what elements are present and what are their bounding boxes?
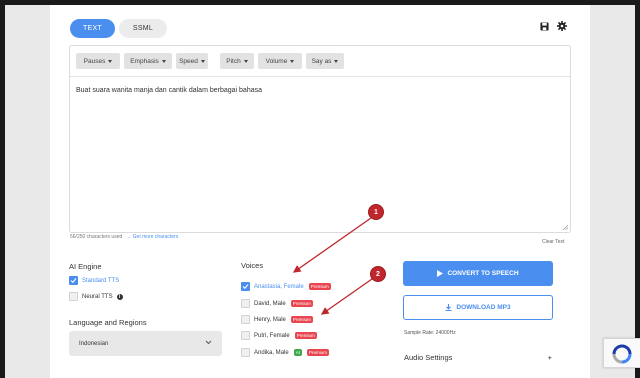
editor-toolbar: Pauses Emphasis Speed Pitch Volume Say a… <box>70 46 570 77</box>
premium-badge: Premium <box>306 349 329 356</box>
voice-label-david: David, Male <box>254 300 286 307</box>
standard-tts-option[interactable]: Standard TTS <box>69 276 119 285</box>
emphasis-label: Emphasis <box>130 57 159 65</box>
gear-icon[interactable] <box>557 21 567 31</box>
caret-down-icon <box>290 59 295 63</box>
annotation-marker-2: 2 <box>371 267 385 281</box>
voice-checkbox-andika[interactable] <box>241 348 250 357</box>
voice-option-putri[interactable]: Putri, Female Premium <box>241 331 317 340</box>
convert-label: CONVERT TO SPEECH <box>447 270 519 277</box>
info-icon[interactable]: i <box>116 293 123 300</box>
caret-down-icon <box>161 59 166 63</box>
pitch-dropdown[interactable]: Pitch <box>220 53 254 69</box>
volume-label: Volume <box>265 57 288 65</box>
get-more-characters-link[interactable]: → Get more characters <box>126 234 178 240</box>
download-icon <box>445 304 452 311</box>
volume-dropdown[interactable]: Volume <box>258 53 302 69</box>
voice-label-andika: Andika, Male <box>254 349 289 356</box>
pitch-label: Pitch <box>226 57 241 65</box>
standard-tts-checkbox[interactable] <box>69 276 78 285</box>
check-icon <box>242 284 249 290</box>
voice-option-henry[interactable]: Henry, Male Premium <box>241 315 313 324</box>
premium-badge: Premium <box>290 316 313 323</box>
language-selected: Indonesian <box>79 340 109 347</box>
language-title: Language and Regions <box>69 318 147 327</box>
chevron-down-icon <box>205 340 212 345</box>
pauses-label: Pauses <box>83 57 106 65</box>
tab-ssml[interactable]: SSML <box>119 19 167 38</box>
voice-checkbox-putri[interactable] <box>241 331 250 340</box>
recaptcha-icon <box>612 344 632 364</box>
say-as-dropdown[interactable]: Say as <box>306 53 344 69</box>
plus-icon: + <box>547 353 552 362</box>
emphasis-dropdown[interactable]: Emphasis <box>124 53 172 69</box>
annotation-marker-1: 1 <box>369 205 383 219</box>
audio-settings-toggle[interactable]: Audio Settings + <box>404 353 552 362</box>
audio-settings-label: Audio Settings <box>404 353 453 362</box>
neural-tts-checkbox[interactable] <box>69 292 78 301</box>
standard-tts-label: Standard TTS <box>82 277 120 284</box>
editor-content[interactable]: Buat suara wanita manja dan cantik dalam… <box>76 87 262 94</box>
check-icon <box>70 278 77 284</box>
caret-down-icon <box>200 59 205 63</box>
premium-badge: Premium <box>308 283 331 290</box>
text-editor[interactable]: Pauses Emphasis Speed Pitch Volume Say a… <box>69 45 571 233</box>
voice-label-anastasia: Anastasia, Female <box>254 283 304 290</box>
tab-text[interactable]: TEXT <box>70 19 115 38</box>
caret-down-icon <box>334 59 339 63</box>
download-label: DOWNLOAD MP3 <box>456 304 511 311</box>
window-frame-left <box>0 0 5 378</box>
premium-badge: Premium <box>294 332 317 339</box>
caret-down-icon <box>108 59 113 63</box>
recaptcha-badge[interactable] <box>603 338 640 368</box>
voice-checkbox-anastasia[interactable] <box>241 282 250 291</box>
resize-handle-icon[interactable] <box>562 224 568 230</box>
voices-title: Voices <box>241 261 264 270</box>
neural-tts-option[interactable]: Neural TTS i <box>69 292 123 301</box>
ai-badge: AI <box>293 349 302 356</box>
tts-panel: TEXT SSML Pauses Emphasis Speed Pitch Vo… <box>50 5 590 378</box>
speed-dropdown[interactable]: Speed <box>176 53 208 69</box>
voice-option-andika[interactable]: Andika, Male AI Premium <box>241 348 329 357</box>
speed-label: Speed <box>179 57 198 65</box>
pauses-dropdown[interactable]: Pauses <box>76 53 120 69</box>
neural-tts-label: Neural TTS <box>82 293 113 300</box>
voice-option-anastasia[interactable]: Anastasia, Female Premium <box>241 282 331 291</box>
premium-badge: Premium <box>290 300 313 307</box>
say-as-label: Say as <box>311 57 332 65</box>
download-mp3-button[interactable]: DOWNLOAD MP3 <box>403 295 553 320</box>
clear-text-button[interactable]: Clear Text <box>542 239 564 245</box>
save-icon[interactable] <box>539 21 549 31</box>
window-frame-right <box>635 0 640 378</box>
character-count: 56/250 characters used <box>70 234 123 240</box>
sample-rate: Sample Rate: 24000Hz <box>404 330 456 336</box>
caret-down-icon <box>243 59 248 63</box>
voice-option-david[interactable]: David, Male Premium <box>241 299 313 308</box>
play-icon <box>437 270 444 277</box>
ai-engine-title: AI Engine <box>69 262 102 271</box>
voice-checkbox-david[interactable] <box>241 299 250 308</box>
convert-to-speech-button[interactable]: CONVERT TO SPEECH <box>403 261 553 286</box>
character-counter: 56/250 characters used → Get more charact… <box>70 234 178 240</box>
voice-label-henry: Henry, Male <box>254 316 286 323</box>
language-select[interactable]: Indonesian <box>69 331 222 356</box>
voice-checkbox-henry[interactable] <box>241 315 250 324</box>
voice-label-putri: Putri, Female <box>254 332 290 339</box>
